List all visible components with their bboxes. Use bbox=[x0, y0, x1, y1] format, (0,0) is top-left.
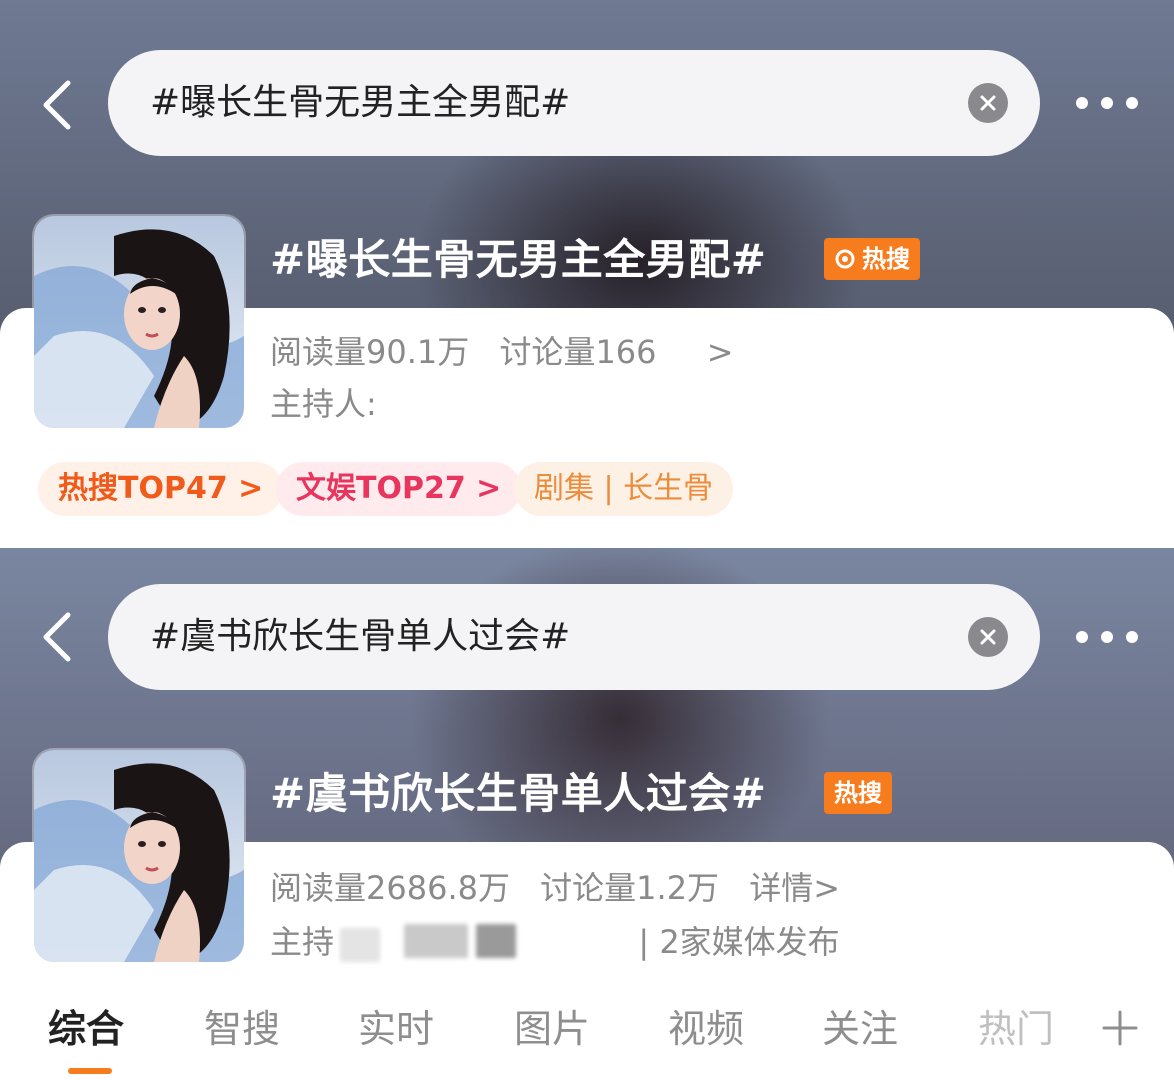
search-tabs: 综合 智搜 实时 图片 视频 关注 热门 bbox=[0, 986, 1174, 1080]
host-line: 主持人: bbox=[270, 380, 377, 428]
topic-avatar[interactable] bbox=[34, 216, 244, 428]
hot-rank-pill[interactable]: 热搜TOP47 > bbox=[38, 462, 284, 516]
details-link[interactable]: 详情> bbox=[749, 869, 840, 907]
read-count: 阅读量90.1万 bbox=[270, 333, 470, 371]
more-icon[interactable] bbox=[1076, 92, 1138, 114]
tab-realtime[interactable]: 实时 bbox=[358, 1004, 434, 1054]
tab-smart-search[interactable]: 智搜 bbox=[204, 1004, 280, 1054]
search-bar[interactable]: #曝长生骨无男主全男配# bbox=[108, 50, 1040, 156]
redacted-host-name bbox=[476, 924, 516, 958]
topic-stats: 阅读量90.1万 讨论量166 > bbox=[270, 328, 754, 376]
back-arrow-icon[interactable] bbox=[32, 80, 82, 130]
search-query[interactable]: #虞书欣长生骨单人过会# bbox=[150, 584, 570, 690]
tab-trending[interactable]: 热门 bbox=[978, 1004, 1054, 1054]
read-count: 阅读量2686.8万 bbox=[270, 869, 510, 907]
back-arrow-icon[interactable] bbox=[32, 612, 82, 662]
search-bar[interactable]: #虞书欣长生骨单人过会# bbox=[108, 584, 1040, 690]
hot-badge-label: 热搜 bbox=[834, 779, 882, 807]
clear-icon[interactable] bbox=[968, 617, 1008, 657]
discussion-count: 讨论量166 bbox=[499, 333, 657, 371]
host-label: 主持 bbox=[270, 923, 335, 961]
topic-title: #虞书欣长生骨单人过会# bbox=[270, 769, 767, 818]
topic-panel-1: #曝长生骨无男主全男配# #曝长生骨无男主全男配# 热搜 阅读量90.1万 讨论… bbox=[0, 0, 1174, 548]
redacted-host-name bbox=[404, 924, 468, 958]
host-label: 主持人: bbox=[270, 385, 377, 423]
topic-stats: 阅读量2686.8万 讨论量1.2万 详情> bbox=[270, 864, 860, 912]
drama-pill[interactable]: 剧集 | 长生骨 bbox=[514, 462, 734, 516]
more-icon[interactable] bbox=[1076, 626, 1138, 648]
hot-search-icon bbox=[835, 249, 855, 269]
hot-badge-label: 热搜 bbox=[862, 245, 910, 273]
plus-icon[interactable] bbox=[1100, 1008, 1140, 1048]
topic-avatar[interactable] bbox=[34, 750, 244, 962]
tab-comprehensive[interactable]: 综合 bbox=[48, 1004, 124, 1054]
discussion-count: 讨论量1.2万 bbox=[540, 869, 720, 907]
tab-following[interactable]: 关注 bbox=[822, 1004, 898, 1054]
clear-icon[interactable] bbox=[968, 83, 1008, 123]
tab-videos[interactable]: 视频 bbox=[668, 1004, 744, 1054]
hot-search-badge: 热搜 bbox=[824, 238, 920, 280]
tab-images[interactable]: 图片 bbox=[514, 1004, 590, 1054]
redacted-host-name bbox=[340, 928, 380, 962]
search-query[interactable]: #曝长生骨无男主全男配# bbox=[150, 50, 570, 156]
stats-more-link[interactable]: > bbox=[707, 333, 734, 371]
entertainment-rank-pill[interactable]: 文娱TOP27 > bbox=[276, 462, 522, 516]
media-count: | 2家媒体发布 bbox=[638, 923, 840, 961]
hot-search-badge: 热搜 bbox=[824, 772, 892, 814]
topic-title: #曝长生骨无男主全男配# bbox=[270, 235, 767, 284]
active-tab-indicator bbox=[68, 1068, 112, 1074]
